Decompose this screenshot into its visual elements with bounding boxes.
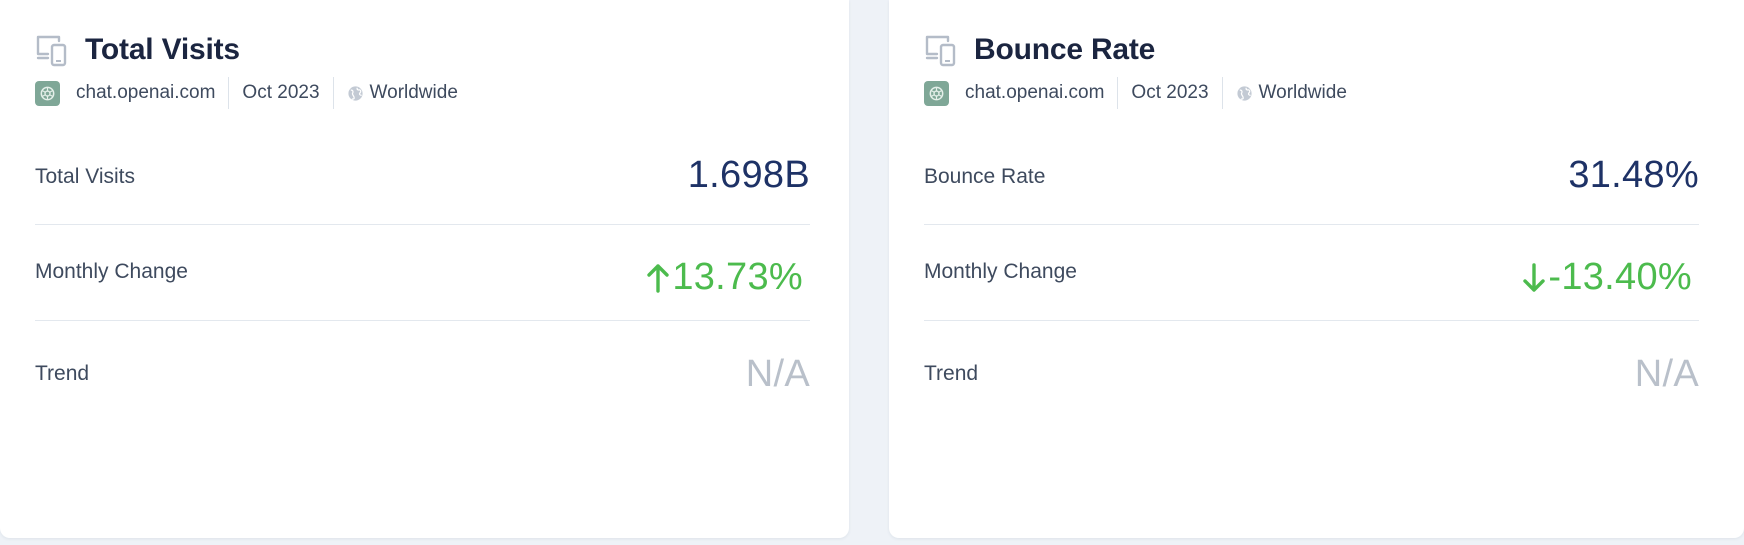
meta-divider [228,77,230,109]
arrow-up-icon [647,263,670,293]
site-domain[interactable]: chat.openai.com [965,82,1104,104]
region-label[interactable]: Worldwide [1259,82,1347,104]
metric-label: Trend [924,362,979,385]
metric-value: 31.48% [1568,154,1699,196]
card-meta: chat.openai.com Oct 2023 Worldwide [35,77,458,109]
metric-label: Trend [35,362,90,385]
card-title: Bounce Rate [974,33,1156,66]
meta-divider [1221,77,1223,109]
globe-icon [347,85,363,101]
devices-icon [925,35,956,67]
openai-favicon [35,80,60,106]
metric-row-main: Total Visits 1.698B [35,130,810,225]
change-value: 13.73% [672,256,803,298]
metric-row-trend: Trend N/A [35,321,810,421]
metric-label: Monthly Change [35,260,188,283]
metric-row-change: Monthly Change 13.73% [35,225,810,321]
metric-label: Total Visits [35,165,135,188]
dashboard: Total Visits chat.openai.com Oct 2023 Wo… [0,0,1744,545]
metric-value: 1.698B [687,154,810,196]
devices-icon [36,35,67,67]
metric-label: Bounce Rate [924,165,1046,188]
meta-divider [1117,77,1119,109]
metric-row-change: Monthly Change -13.40% [924,225,1699,321]
globe-icon [1236,85,1252,101]
bounce-rate-card: Bounce Rate chat.openai.com Oct 2023 Wor… [889,0,1744,538]
period-label[interactable]: Oct 2023 [242,82,319,104]
trend-value: N/A [745,353,810,395]
total-visits-card: Total Visits chat.openai.com Oct 2023 Wo… [0,0,849,538]
metric-row-trend: Trend N/A [924,321,1699,421]
card-meta: chat.openai.com Oct 2023 Worldwide [924,77,1347,109]
period-label[interactable]: Oct 2023 [1131,82,1208,104]
change-indicator: -13.40% [1522,256,1692,299]
trend-value: N/A [1634,353,1699,395]
card-title: Total Visits [85,33,240,66]
metric-row-main: Bounce Rate 31.48% [924,130,1699,225]
openai-favicon [924,80,949,106]
card-header: Bounce Rate [924,30,1155,70]
metric-label: Monthly Change [924,260,1077,283]
site-domain[interactable]: chat.openai.com [76,82,215,104]
region-label[interactable]: Worldwide [370,82,458,104]
meta-divider [332,77,334,109]
arrow-down-icon [1523,262,1546,292]
card-header: Total Visits [35,30,240,70]
change-value: -13.40% [1548,256,1692,298]
change-indicator: 13.73% [646,256,803,299]
